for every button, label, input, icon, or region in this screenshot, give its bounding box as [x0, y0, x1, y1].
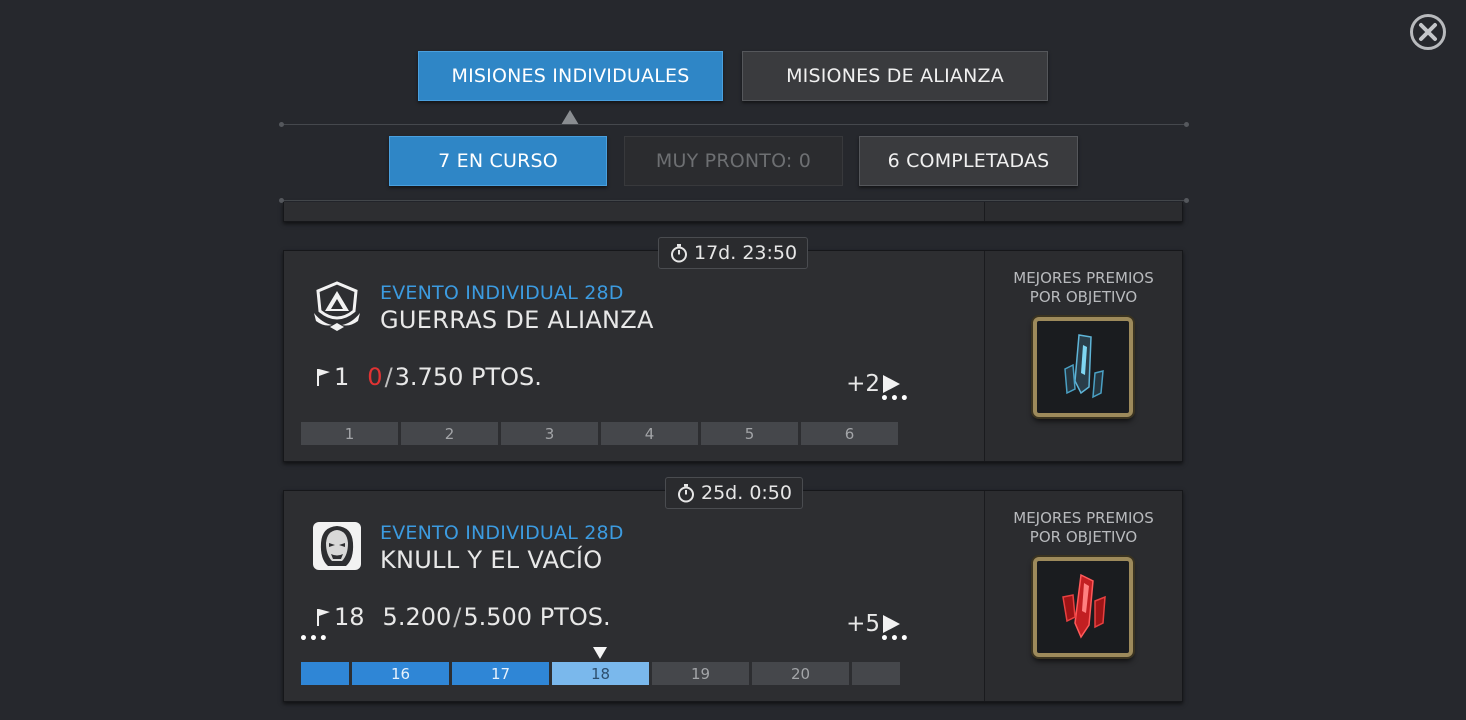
milestone-segment — [301, 662, 349, 685]
reward-item-button[interactable] — [1033, 317, 1133, 417]
event-card[interactable]: EVENTO INDIVIDUAL 28D GUERRAS DE ALIANZA… — [283, 250, 1183, 462]
knull-portrait-icon — [310, 519, 364, 573]
points-current: 0 — [367, 363, 383, 391]
milestone-segment: 5 — [701, 422, 798, 445]
milestone-segment: 16 — [352, 662, 449, 685]
stopwatch-icon — [678, 484, 694, 503]
points-current: 5.200 — [382, 603, 452, 631]
points-target: 5.500 PTOS. — [463, 603, 611, 631]
reward-item-button[interactable] — [1033, 557, 1133, 657]
ellipsis-icon: ••• — [299, 631, 329, 647]
milestone-number: 18 — [334, 603, 365, 631]
more-rewards-count: +5 — [846, 611, 880, 637]
close-icon — [1419, 23, 1437, 41]
points-target: 3.750 PTOS. — [394, 363, 542, 391]
active-tab-caret — [561, 110, 579, 125]
blue-crystal-icon — [1064, 334, 1104, 399]
milestone-segment: 1 — [301, 422, 398, 445]
tab-individual-missions[interactable]: MISIONES INDIVIDUALES — [418, 51, 723, 101]
stopwatch-icon — [671, 244, 687, 263]
event-progress: 18 5.200 / 5.500 PTOS. — [316, 603, 611, 631]
event-progress: 1 0 / 3.750 PTOS. — [316, 363, 542, 391]
milestone-track: 1 2 3 4 5 6 — [301, 422, 898, 445]
milestone-segment-current: 18 — [552, 662, 649, 685]
alliance-war-emblem-icon — [310, 279, 364, 333]
event-timer: 17d. 23:50 — [658, 237, 809, 269]
tab-alliance-missions[interactable]: MISIONES DE ALIANZA — [742, 51, 1048, 101]
milestone-segment — [852, 662, 900, 685]
current-milestone-marker-icon — [593, 647, 607, 659]
flag-icon — [316, 367, 332, 387]
rewards-title: MEJORES PREMIOS POR OBJETIVO — [1013, 269, 1154, 306]
flag-icon — [316, 607, 332, 627]
milestone-segment: 17 — [452, 662, 549, 685]
divider-bottom — [279, 198, 1189, 203]
milestone-segment: 2 — [401, 422, 498, 445]
tab-completed[interactable]: 6 COMPLETADAS — [859, 136, 1078, 186]
rewards-panel: MEJORES PREMIOS POR OBJETIVO — [984, 491, 1182, 701]
milestone-segment: 19 — [652, 662, 749, 685]
milestone-segment: 6 — [801, 422, 898, 445]
event-card[interactable]: EVENTO INDIVIDUAL 28D KNULL Y EL VACÍO 1… — [283, 490, 1183, 702]
event-title: KNULL Y EL VACÍO — [380, 546, 603, 574]
red-crystal-icon — [1062, 573, 1106, 639]
ellipsis-icon: ••• — [880, 631, 910, 647]
divider-top — [279, 122, 1189, 127]
milestone-segment: 20 — [752, 662, 849, 685]
event-title: GUERRAS DE ALIANZA — [380, 306, 654, 334]
close-button[interactable] — [1410, 14, 1446, 50]
rewards-panel: MEJORES PREMIOS POR OBJETIVO — [984, 251, 1182, 461]
milestone-number: 1 — [334, 363, 350, 391]
more-rewards-count: +2 — [846, 371, 880, 397]
milestone-segment: 4 — [601, 422, 698, 445]
tab-coming-soon: MUY PRONTO: 0 — [624, 136, 843, 186]
event-type-label: EVENTO INDIVIDUAL 28D — [380, 522, 624, 544]
ellipsis-icon: ••• — [880, 391, 910, 407]
event-type-label: EVENTO INDIVIDUAL 28D — [380, 282, 624, 304]
rewards-title: MEJORES PREMIOS POR OBJETIVO — [1013, 509, 1154, 546]
milestone-track: 16 17 18 19 20 — [301, 662, 900, 685]
tab-in-progress[interactable]: 7 EN CURSO — [389, 136, 607, 186]
milestone-segment: 3 — [501, 422, 598, 445]
event-timer: 25d. 0:50 — [665, 477, 803, 509]
event-card-partial — [283, 202, 1183, 222]
